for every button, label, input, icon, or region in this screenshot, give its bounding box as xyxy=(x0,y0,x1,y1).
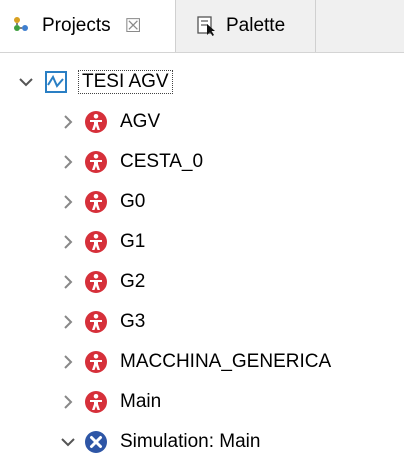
agent-icon xyxy=(85,351,107,373)
tree-item-g0[interactable]: G0 xyxy=(58,182,145,222)
chevron-down-icon[interactable] xyxy=(16,72,36,92)
projects-icon xyxy=(14,17,28,31)
tree-item-label: MACCHINA_GENERICA xyxy=(120,351,332,372)
tree-item-label: CESTA_0 xyxy=(120,151,204,172)
agent-icon xyxy=(85,111,107,133)
agent-icon xyxy=(85,391,107,413)
chevron-right-icon[interactable] xyxy=(58,392,78,412)
tab-projects-label: Projects xyxy=(42,15,111,36)
tree-item-g2[interactable]: G2 xyxy=(58,262,145,302)
view-tab-bar: Projects ☒ Palette xyxy=(0,0,404,53)
chevron-right-icon[interactable] xyxy=(58,112,78,132)
tree-item-label: G3 xyxy=(120,311,146,332)
tab-palette[interactable]: Palette xyxy=(176,0,316,52)
agent-icon xyxy=(85,311,107,333)
chevron-down-icon[interactable] xyxy=(58,432,78,452)
tree-item-macchina-generica[interactable]: MACCHINA_GENERICA xyxy=(58,342,331,382)
model-icon xyxy=(45,71,67,93)
close-icon[interactable]: ☒ xyxy=(125,15,142,38)
tree-item-label: AGV xyxy=(120,111,161,132)
tree-item-simulation-main[interactable]: Simulation: Main xyxy=(58,422,260,462)
tree-item-cesta-0[interactable]: CESTA_0 xyxy=(58,142,203,182)
chevron-right-icon[interactable] xyxy=(58,352,78,372)
tree-item-g3[interactable]: G3 xyxy=(58,302,145,342)
agent-icon xyxy=(85,191,107,213)
tree-item-label: G0 xyxy=(120,191,146,212)
tab-projects[interactable]: Projects ☒ xyxy=(0,0,176,52)
simulation-icon xyxy=(85,431,107,453)
chevron-right-icon[interactable] xyxy=(58,232,78,252)
chevron-right-icon[interactable] xyxy=(58,192,78,212)
tree-root-tesi-agv[interactable]: TESI AGV xyxy=(16,62,173,102)
chevron-right-icon[interactable] xyxy=(58,152,78,172)
tree-item-main[interactable]: Main xyxy=(58,382,161,422)
agent-icon xyxy=(85,151,107,173)
tree-root-label: TESI AGV xyxy=(78,70,173,94)
tree-item-label: Simulation: Main xyxy=(120,431,261,452)
tree-item-label: Main xyxy=(120,391,162,412)
agent-icon xyxy=(85,231,107,253)
tree-item-g1[interactable]: G1 xyxy=(58,222,145,262)
chevron-right-icon[interactable] xyxy=(58,272,78,292)
tab-palette-label: Palette xyxy=(226,15,286,36)
tree-item-label: G2 xyxy=(120,271,146,292)
chevron-right-icon[interactable] xyxy=(58,312,78,332)
agent-icon xyxy=(85,271,107,293)
tree-item-agv[interactable]: AGV xyxy=(58,102,160,142)
tree-item-label: G1 xyxy=(120,231,146,252)
palette-icon xyxy=(197,16,215,36)
